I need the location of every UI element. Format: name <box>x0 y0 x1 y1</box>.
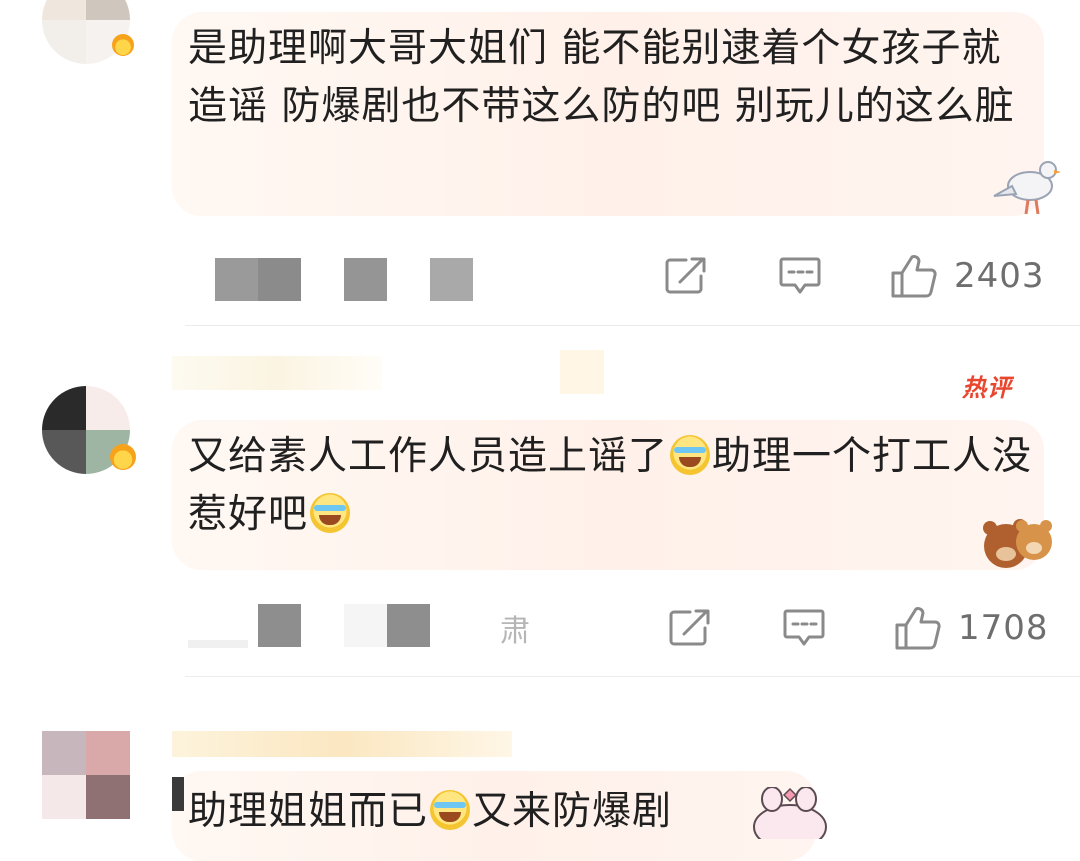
comment-icon <box>783 609 825 646</box>
dove-sticker-icon <box>993 161 1061 215</box>
comment-meta-blurred <box>387 604 430 647</box>
username-blurred <box>172 731 512 757</box>
like-count: 2403 <box>954 256 1045 296</box>
comment-item: 热评 又给素人工作人员造上谣了 助理一个打工人没惹好吧 肃 1708 <box>0 326 1080 676</box>
laugh-cry-emoji <box>670 435 711 475</box>
hot-comment-badge: 热评 <box>962 374 1012 402</box>
bears-sticker-icon <box>983 519 1052 568</box>
repost-button[interactable] <box>668 598 712 658</box>
repost-button[interactable] <box>664 246 708 306</box>
comment-meta-fragment: 肃 <box>500 614 530 649</box>
comment-meta-blurred <box>188 640 248 648</box>
verified-badge <box>112 34 134 56</box>
comment-text: 又给素人工作人员造上谣了 助理一个打工人没惹好吧 <box>188 434 1033 537</box>
like-count: 1708 <box>958 608 1049 648</box>
comment-meta-blurred <box>430 258 473 301</box>
repost-icon <box>669 609 710 646</box>
comment-meta-blurred <box>258 604 301 647</box>
username-blurred <box>560 350 604 394</box>
reply-button[interactable] <box>782 598 826 658</box>
like-button[interactable]: 1708 <box>894 598 1049 658</box>
thumbs-up-icon <box>895 607 941 650</box>
quote-marker <box>172 777 184 811</box>
reply-button[interactable] <box>778 246 822 306</box>
comment-text: 是助理啊大哥大姐们 能不能别逮着个女孩子就造谣 防爆剧也不带这么防的吧 别玩儿的… <box>188 26 1015 129</box>
like-button[interactable]: 2403 <box>890 246 1045 306</box>
comment-meta-blurred <box>344 604 387 647</box>
comment-meta-blurred <box>344 258 387 301</box>
bunny-sticker-icon <box>753 787 827 839</box>
comment-actions: 2403 <box>664 246 1044 306</box>
comment-item: 助理姐姐而已 又来防爆剧 <box>0 677 1080 861</box>
repost-icon <box>665 257 706 294</box>
comment-item: 是助理啊大哥大姐们 能不能别逮着个女孩子就造谣 防爆剧也不带这么防的吧 别玩儿的… <box>0 0 1080 326</box>
verified-badge <box>110 444 136 470</box>
thumbs-up-icon <box>891 255 937 298</box>
avatar[interactable] <box>42 731 130 819</box>
laugh-cry-emoji <box>310 493 351 533</box>
comment-text: 助理姐姐而已 又来防爆剧 <box>188 789 673 834</box>
comment-actions: 1708 <box>668 598 1048 658</box>
laugh-cry-emoji <box>430 790 471 830</box>
comment-icon <box>779 257 821 294</box>
username-blurred <box>172 356 382 390</box>
comment-meta-blurred <box>215 258 301 301</box>
